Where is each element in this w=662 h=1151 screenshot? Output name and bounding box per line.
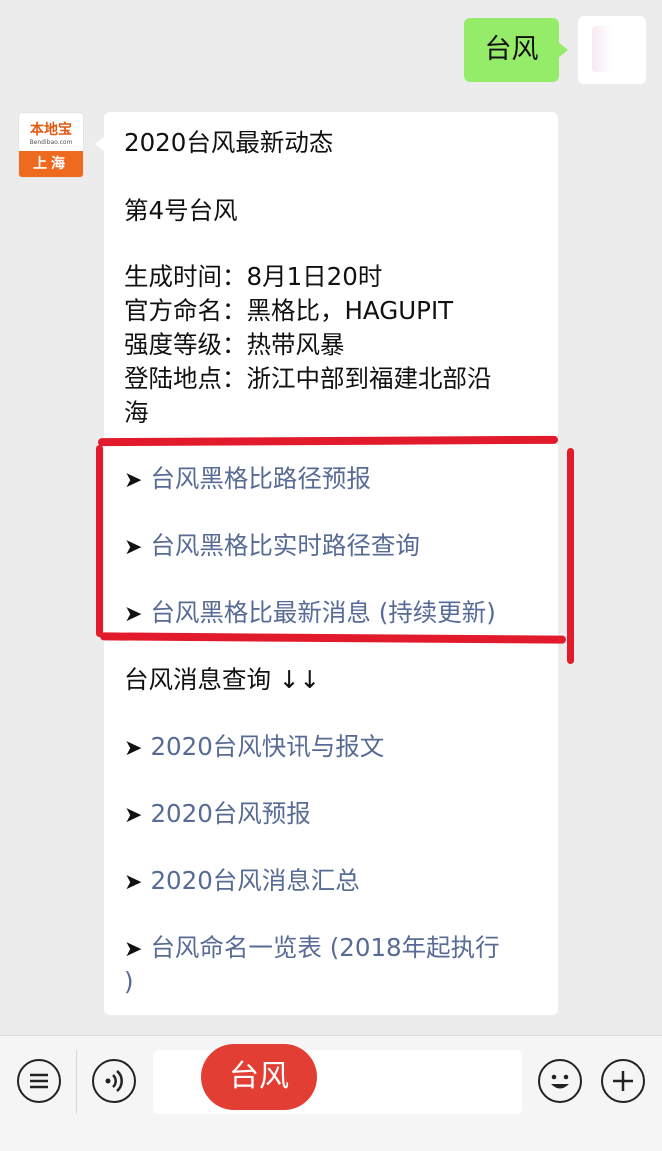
outgoing-message-text: 台风 — [484, 34, 539, 65]
link-text[interactable]: 台风命名一览表 (2018年起执行 — [150, 933, 499, 962]
emoji-icon[interactable] — [538, 1059, 582, 1103]
arrow-right-icon: ➤ — [124, 602, 143, 627]
menu-list-icon[interactable] — [17, 1059, 61, 1103]
arrow-right-icon: ➤ — [124, 736, 143, 761]
link-text[interactable]: 2020台风预报 — [150, 799, 310, 828]
arrow-right-icon: ➤ — [124, 870, 143, 895]
link-naming-list[interactable]: ➤ 台风命名一览表 (2018年起执行 — [124, 931, 500, 967]
arrow-right-icon: ➤ — [124, 535, 143, 560]
highlight-mark — [96, 445, 103, 637]
link-text[interactable]: 2020台风消息汇总 — [150, 866, 359, 895]
link-latest-news[interactable]: ➤ 台风黑格比最新消息 (持续更新) — [124, 596, 496, 632]
detail-line: 生成时间：8月1日20时 — [124, 262, 383, 291]
avatar-image — [592, 26, 612, 72]
link-bulletins[interactable]: ➤ 2020台风快讯与报文 — [124, 730, 384, 766]
link-text[interactable]: 台风黑格比最新消息 (持续更新) — [150, 598, 495, 627]
logo-city-text: 上海 — [19, 151, 83, 177]
link-track-forecast[interactable]: ➤ 台风黑格比路径预报 — [124, 462, 371, 498]
plus-icon[interactable] — [601, 1059, 645, 1103]
sender-avatar[interactable]: 本地宝 Bendibao.com 上海 — [18, 112, 84, 178]
logo-brand-text: 本地宝 — [30, 122, 72, 138]
arrow-right-icon: ➤ — [124, 937, 143, 962]
outgoing-message-bubble[interactable]: 台风 — [464, 18, 568, 82]
highlight-mark — [567, 448, 574, 664]
link-text[interactable]: 台风黑格比实时路径查询 — [150, 531, 420, 560]
voice-overlay-pill[interactable]: 台风 — [201, 1044, 317, 1110]
detail-line: 海 — [124, 398, 149, 427]
arrow-right-icon: ➤ — [124, 803, 143, 828]
article-subheading: 第4号台风 — [124, 196, 238, 225]
query-heading: 台风消息查询 ↓↓ — [124, 665, 320, 694]
divider — [76, 1050, 77, 1114]
voice-icon[interactable] — [92, 1059, 136, 1103]
link-news-summary[interactable]: ➤ 2020台风消息汇总 — [124, 864, 360, 900]
article-heading: 2020台风最新动态 — [124, 128, 334, 157]
detail-line: 官方命名：黑格比，HAGUPIT — [124, 296, 454, 325]
link-text[interactable]: 台风黑格比路径预报 — [150, 464, 371, 493]
logo-url-text: Bendibao.com — [29, 139, 73, 146]
link-text[interactable]: 2020台风快讯与报文 — [150, 732, 384, 761]
chat-area: 台风 本地宝 Bendibao.com 上海 2020台风最新动态 第4号台风 … — [0, 0, 662, 1035]
my-avatar[interactable] — [578, 16, 646, 84]
detail-line: 强度等级：热带风暴 — [124, 330, 345, 359]
incoming-message-bubble: 2020台风最新动态 第4号台风 生成时间：8月1日20时 官方命名：黑格比，H… — [95, 112, 558, 1015]
arrow-right-icon: ➤ — [124, 468, 143, 493]
link-realtime-track[interactable]: ➤ 台风黑格比实时路径查询 — [124, 529, 420, 565]
link-forecast-2020[interactable]: ➤ 2020台风预报 — [124, 797, 311, 833]
input-bar — [0, 1035, 662, 1151]
link-naming-list-tail[interactable]: ) — [124, 965, 134, 999]
detail-line: 登陆地点：浙江中部到福建北部沿 — [124, 364, 492, 393]
